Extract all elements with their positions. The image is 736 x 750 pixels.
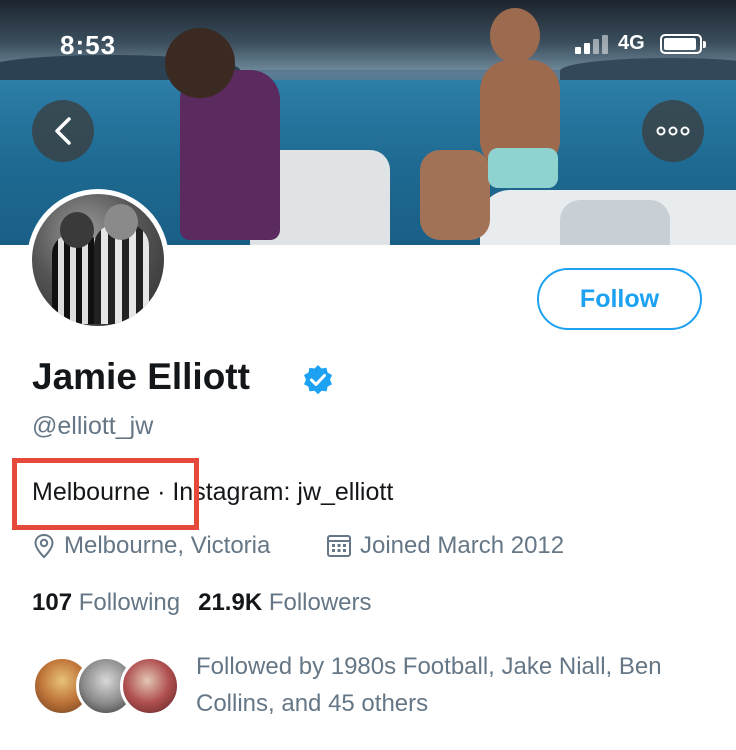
- profile-name: Jamie Elliott: [32, 356, 250, 397]
- followed-by-avatars[interactable]: [32, 656, 182, 718]
- calendar-icon: [327, 535, 351, 557]
- following-label: Following: [78, 589, 181, 616]
- more-icon: [656, 126, 690, 136]
- battery-icon: [660, 34, 706, 54]
- verified-badge-icon: [304, 365, 332, 395]
- location-text: Melbourne, Victoria: [64, 532, 271, 559]
- chevron-left-icon: [55, 117, 71, 145]
- follow-button[interactable]: Follow: [537, 268, 702, 330]
- banner-engine: [560, 200, 670, 245]
- banner-person-head: [165, 28, 235, 98]
- profile-joined: Joined March 2012: [326, 532, 564, 560]
- followed-by-text[interactable]: Followed by 1980s Football, Jake Niall, …: [196, 648, 696, 722]
- location-pin-icon: [34, 533, 54, 559]
- following-count: 107: [32, 589, 73, 616]
- banner-person: [420, 150, 490, 240]
- status-time: 8:53: [60, 30, 117, 60]
- followers-label: Followers: [268, 589, 372, 616]
- following-link[interactable]: 107 Following: [32, 589, 180, 616]
- avatar[interactable]: [27, 189, 169, 331]
- back-button[interactable]: [32, 100, 94, 162]
- profile-stats: 107 Following 21.9K Followers: [32, 589, 372, 617]
- more-button[interactable]: [642, 100, 704, 162]
- followers-link[interactable]: 21.9K Followers: [198, 589, 371, 616]
- profile-location: Melbourne, Victoria: [32, 532, 270, 560]
- signal-icon: [575, 34, 609, 54]
- banner-person: [488, 148, 558, 188]
- joined-text: Joined March 2012: [360, 532, 565, 559]
- profile-handle: @elliott_jw: [32, 412, 154, 440]
- highlight-annotation-box: [12, 458, 199, 530]
- followers-count: 21.9K: [198, 589, 263, 616]
- avatar-image: [32, 194, 164, 326]
- network-label: 4G: [618, 32, 645, 54]
- avatar: [120, 656, 180, 716]
- banner-person-head: [490, 8, 540, 63]
